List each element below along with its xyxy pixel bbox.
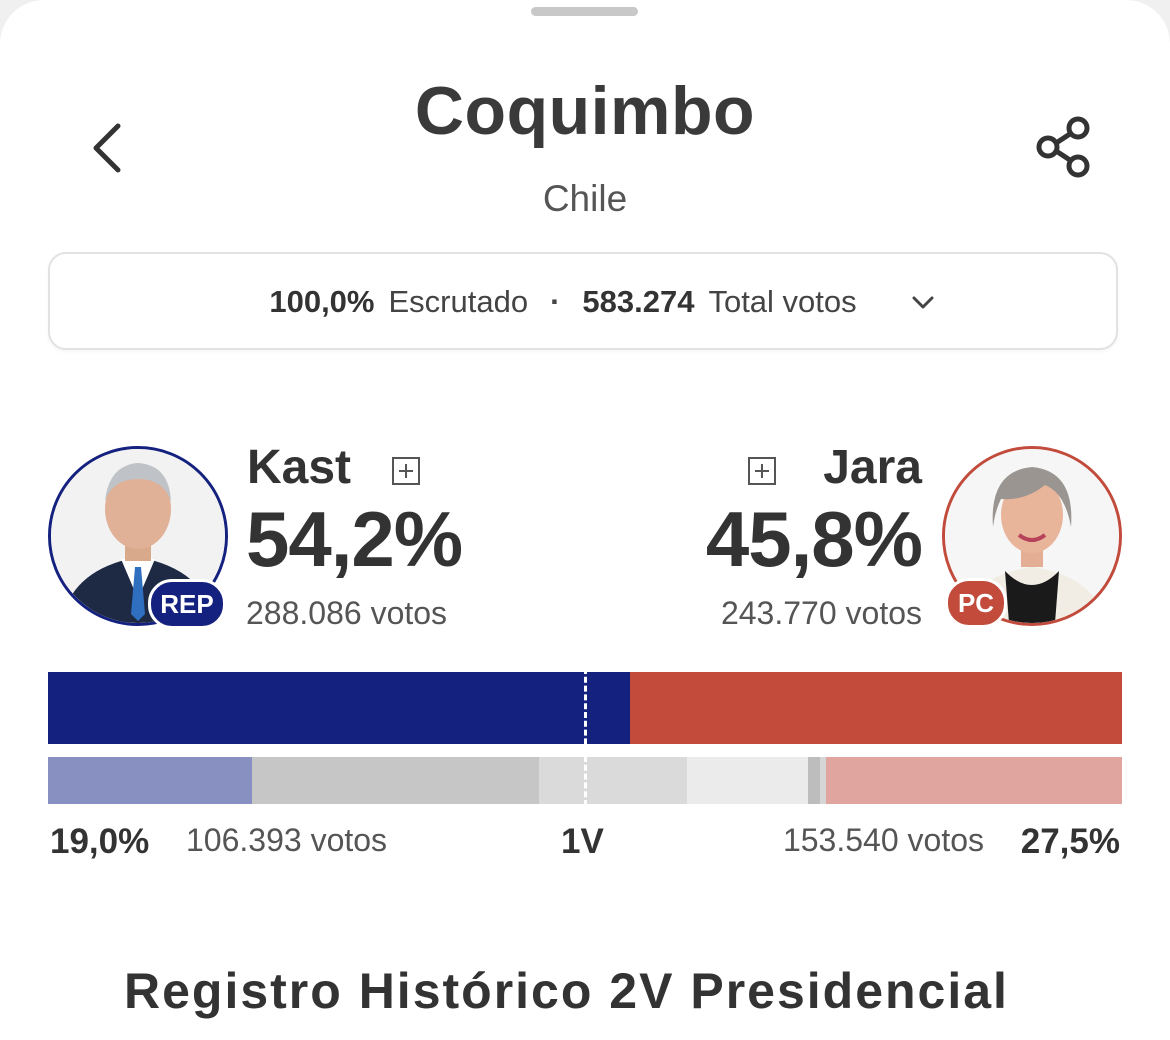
page-title: Coquimbo [414, 73, 756, 149]
first-round-label: 1V [561, 822, 604, 861]
chevron-down-icon [912, 296, 934, 309]
party-badge-pc: PC [945, 578, 1007, 628]
drag-handle[interactable] [531, 7, 638, 16]
summary-dropdown[interactable]: 100,0% Escrutado · 583.274 Total votos [48, 252, 1118, 350]
first-round-right-votes: 153.540 votos [782, 822, 984, 858]
candidate-votes-right: 243.770 votos [720, 595, 922, 631]
share-button[interactable] [1028, 112, 1098, 182]
page-subtitle: Chile [542, 178, 628, 219]
bar-sub-segment-0 [48, 757, 253, 804]
candidate-percent-right: 45,8% [705, 495, 923, 583]
scrutinized-percent: 100,0% [269, 284, 375, 319]
bar-sub-segment-6 [826, 757, 1122, 804]
bar-sub-segment-4 [807, 757, 820, 804]
majority-marker [584, 668, 587, 806]
plus-square-icon[interactable] [748, 457, 776, 485]
bar-sub-segment-2 [538, 757, 688, 804]
bar-main-segment-1 [630, 672, 1122, 744]
candidate-votes-left: 288.086 votos [246, 595, 448, 631]
first-round-left-percent: 19,0% [50, 822, 150, 861]
plus-square-icon[interactable] [392, 457, 420, 485]
summary-separator: · [550, 284, 561, 319]
first-round-right-percent: 27,5% [1020, 822, 1120, 861]
results-sheet: Coquimbo Chile 100,0% Escrutado · 583.27… [0, 0, 1170, 1040]
total-votes-label: Total votos [708, 284, 857, 319]
bar-main-segment-0 [48, 672, 631, 744]
party-badge-rep: REP [148, 579, 226, 629]
candidate-name-right: Jara [823, 441, 922, 494]
share-icon [1036, 116, 1090, 178]
scrutinized-label: Escrutado [388, 284, 529, 319]
candidate-percent-left: 54,2% [246, 495, 463, 583]
total-votes: 583.274 [582, 284, 695, 319]
bar-sub-segment-3 [687, 757, 808, 804]
section-heading: Registro Histórico 2V Presidencial [124, 963, 1009, 1019]
candidate-name-left: Kast [247, 441, 352, 494]
bar-sub-segment-1 [252, 757, 539, 804]
first-round-left-votes: 106.393 votos [186, 822, 388, 858]
